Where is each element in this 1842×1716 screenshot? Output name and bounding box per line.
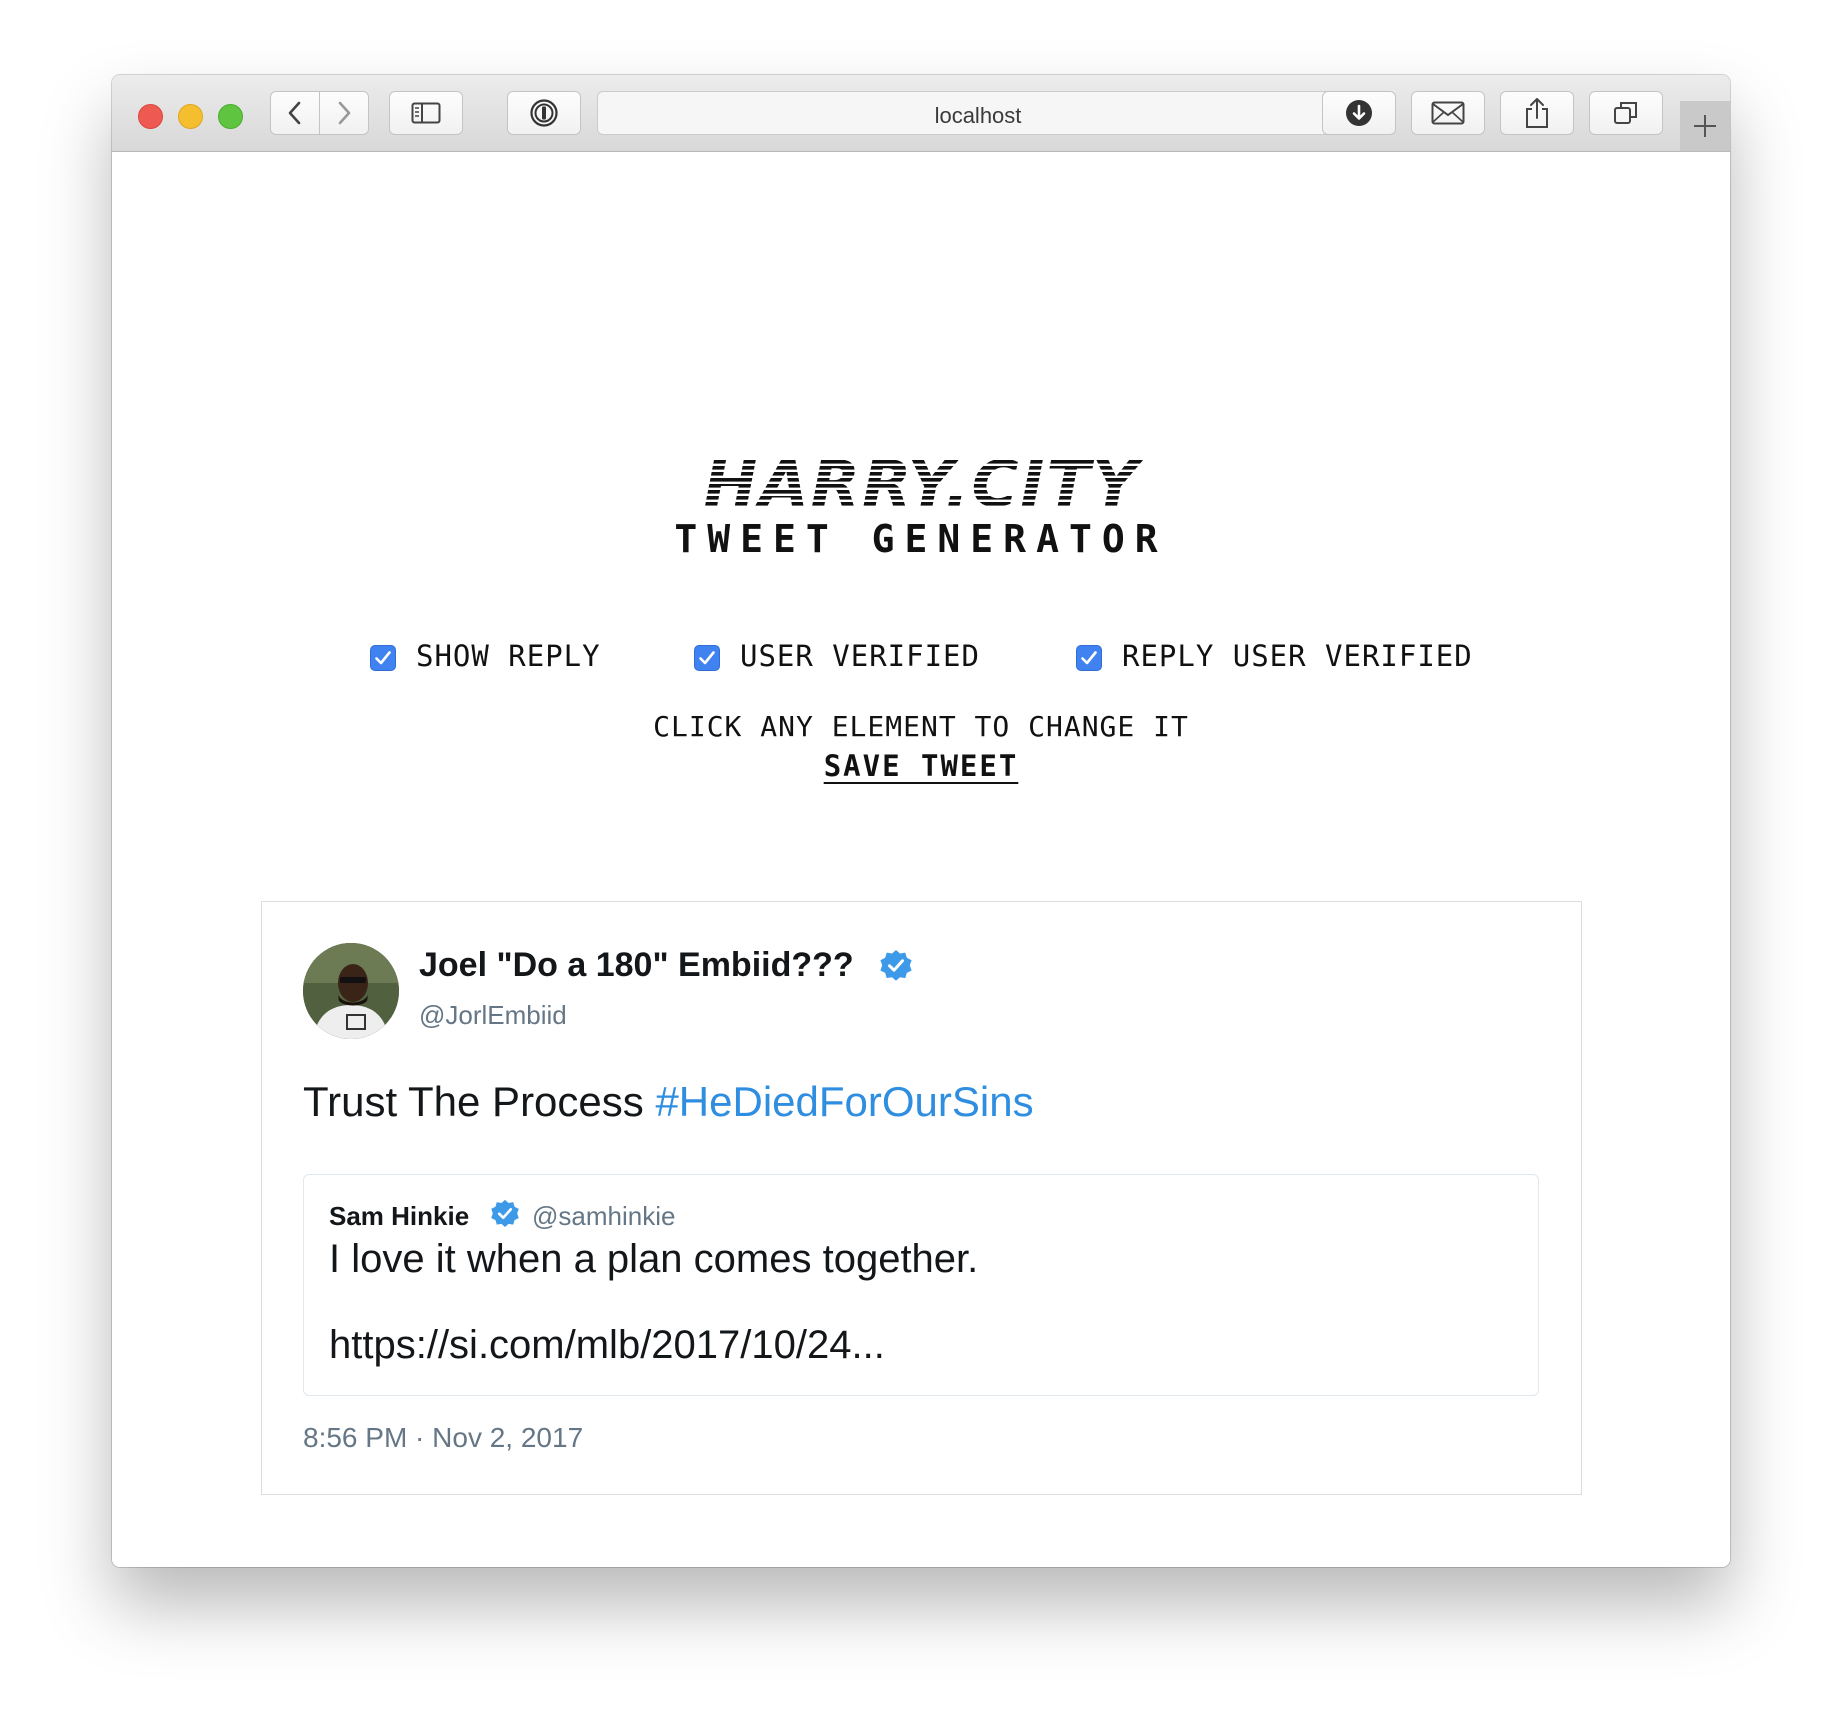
page-content: HARRY.CITY TWEET GENERATOR SHOW REPLY US… [112,152,1730,1567]
zoom-window-button[interactable] [218,104,243,129]
save-tweet-link[interactable]: SAVE TWEET [824,749,1019,783]
share-button[interactable] [1500,91,1574,135]
share-icon [1526,98,1548,128]
reply-verified-badge-icon [490,1199,520,1234]
user-verified-checkbox[interactable] [694,645,720,671]
option-reply-user-verified[interactable]: REPLY USER VERIFIED [1076,639,1473,673]
tweet-timestamp[interactable]: 8:56 PM · Nov 2, 2017 [303,1422,583,1454]
browser-toolbar: localhost [112,75,1730,152]
avatar[interactable] [303,943,399,1039]
page-subtitle: TWEET GENERATOR [674,517,1168,561]
hashtag-link[interactable]: #HeDiedForOurSins [655,1078,1033,1125]
tweet-body-text: Trust The Process [303,1078,656,1125]
new-tab-button[interactable] [1680,101,1730,151]
svg-text:HARRY.CITY: HARRY.CITY [704,454,1144,514]
tabs-overview-button[interactable] [1589,91,1663,135]
chevron-right-icon [338,101,351,125]
forward-button[interactable] [319,91,369,135]
tweet-card[interactable]: Joel "Do a 180" Embiid??? @JorlEmbiid Tr… [261,901,1582,1495]
reply-text[interactable]: I love it when a plan comes together. [329,1237,978,1282]
checkmark-icon [699,651,715,665]
checkmark-icon [1081,651,1097,665]
instruction-text: CLICK ANY ELEMENT TO CHANGE IT [653,710,1189,743]
reply-handle[interactable]: @samhinkie [532,1201,675,1232]
option-show-reply[interactable]: SHOW REPLY [370,639,601,673]
tweet-text[interactable]: Trust The Process #HeDiedForOurSins [303,1078,1034,1126]
close-window-button[interactable] [138,104,163,129]
harry-city-logo: HARRY.CITY [704,454,1144,514]
reply-link-text[interactable]: https://si.com/mlb/2017/10/24... [329,1323,885,1368]
option-user-verified[interactable]: USER VERIFIED [694,639,980,673]
display-name[interactable]: Joel "Do a 180" Embiid??? [419,946,854,985]
chevron-left-icon [288,101,301,125]
sidebar-button[interactable] [389,91,463,135]
options-row: SHOW REPLY USER VERIFIED REPLY USER VERI… [112,639,1730,679]
envelope-icon [1431,101,1465,125]
show-reply-checkbox[interactable] [370,645,396,671]
reply-quote-card[interactable]: Sam Hinkie @samhinkie I love it when a p… [303,1174,1539,1396]
1password-icon [530,99,558,127]
downloads-button[interactable] [1322,91,1396,135]
password-manager-button[interactable] [507,91,581,135]
plus-icon [1694,115,1716,137]
download-icon [1346,100,1372,126]
browser-window: localhost HARRY.CITY TWEET GENERATOR SHO… [112,75,1730,1567]
address-text: localhost [934,103,1022,128]
reply-user-verified-checkbox[interactable] [1076,645,1102,671]
reply-display-name[interactable]: Sam Hinkie [329,1201,469,1232]
back-button[interactable] [270,91,320,135]
reply-user-verified-label: REPLY USER VERIFIED [1122,639,1473,673]
show-reply-label: SHOW REPLY [416,639,601,673]
address-bar[interactable]: localhost [597,91,1359,135]
checkmark-icon [375,651,391,665]
verified-badge-icon [879,949,913,988]
user-verified-label: USER VERIFIED [740,639,980,673]
mail-button[interactable] [1411,91,1485,135]
tabs-icon [1614,102,1637,124]
minimize-window-button[interactable] [178,104,203,129]
user-handle[interactable]: @JorlEmbiid [419,1000,567,1031]
sidebar-icon [411,102,441,124]
